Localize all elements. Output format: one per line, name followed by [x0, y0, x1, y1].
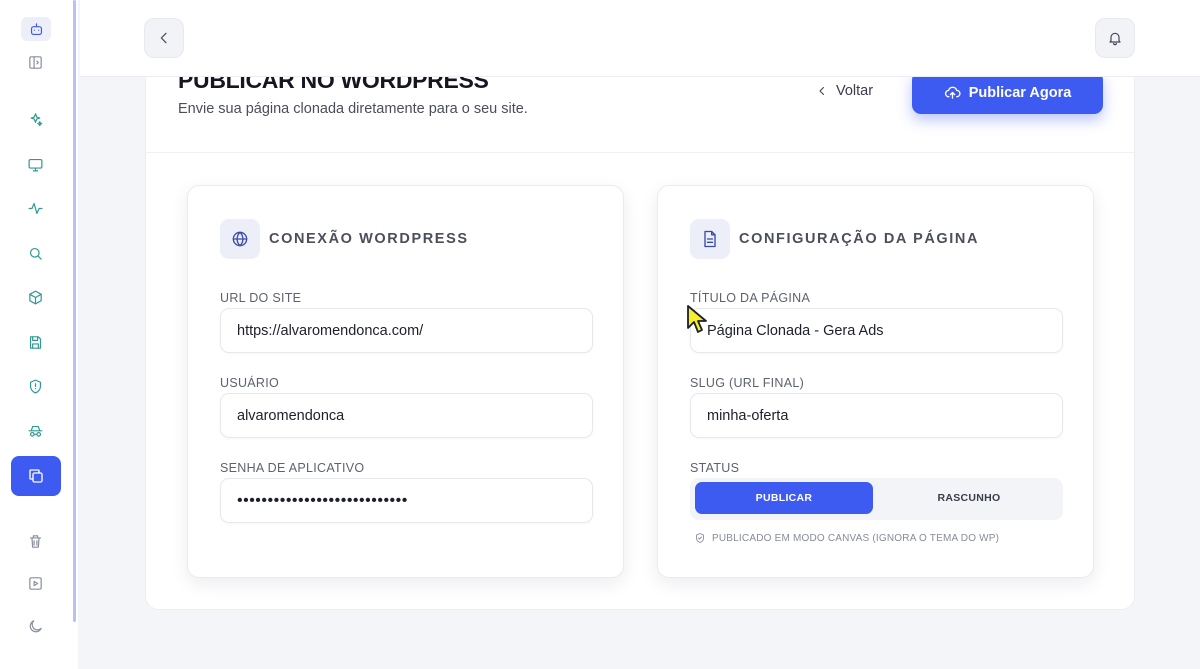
voltar-link[interactable]: Voltar [816, 83, 873, 99]
globe-icon [220, 219, 260, 259]
page-subtitle: Envie sua página clonada diretamente par… [178, 101, 528, 117]
voltar-label: Voltar [836, 83, 874, 99]
status-publish-option[interactable]: PUBLICAR [695, 482, 873, 514]
page-title-input[interactable]: Página Clonada - Gera Ads [690, 308, 1063, 353]
trash-icon[interactable] [22, 528, 48, 554]
connection-title: CONEXÃO WORDPRESS [269, 231, 469, 247]
slug-label: SLUG (URL FINAL) [690, 376, 805, 390]
password-input[interactable]: •••••••••••••••••••••••••••• [220, 478, 593, 523]
status-draft-option[interactable]: RASCUNHO [880, 482, 1058, 514]
main-card: PUBLICAR NO WORDPRESS Envie sua página c… [145, 40, 1136, 610]
page-config-header: CONFIGURAÇÃO DA PÁGINA [690, 219, 979, 259]
bell-icon [1109, 32, 1121, 46]
page-config-panel: CONFIGURAÇÃO DA PÁGINA TÍTULO DA PÁGINA … [657, 185, 1094, 578]
monitor-icon[interactable] [22, 151, 48, 177]
connection-panel: CONEXÃO WORDPRESS URL DO SITE https://al… [187, 185, 624, 578]
canvas-note-text: PUBLICADO EM MODO CANVAS (IGNORA O TEMA … [712, 532, 1000, 544]
status-label: STATUS [690, 461, 740, 475]
status-toggle: PUBLICAR RASCUNHO [690, 478, 1063, 520]
box-icon[interactable] [22, 284, 48, 310]
sidebar [0, 0, 78, 669]
document-icon [690, 219, 730, 259]
page-config-title: CONFIGURAÇÃO DA PÁGINA [739, 231, 980, 247]
mouse-cursor-icon [687, 305, 707, 333]
sparkles-icon[interactable] [22, 106, 48, 132]
chevron-left-icon [160, 32, 167, 44]
slug-input[interactable]: minha-oferta [690, 393, 1063, 438]
video-icon[interactable] [22, 570, 48, 596]
canvas-note: PUBLICADO EM MODO CANVAS (IGNORA O TEMA … [694, 532, 999, 544]
search-icon[interactable] [22, 240, 48, 266]
url-label: URL DO SITE [220, 291, 302, 305]
user-label: USUÁRIO [220, 376, 280, 390]
sidebar-scrollbar[interactable] [73, 0, 76, 622]
bot-icon[interactable] [21, 17, 51, 41]
activity-icon[interactable] [22, 195, 48, 221]
copy-icon[interactable] [11, 456, 61, 496]
connection-header: CONEXÃO WORDPRESS [220, 219, 469, 259]
back-button[interactable] [144, 18, 184, 58]
publish-now-button[interactable]: Publicar Agora [912, 71, 1103, 114]
cloud-upload-icon [944, 86, 961, 99]
publish-now-label: Publicar Agora [968, 84, 1072, 101]
shield-icon[interactable] [22, 373, 48, 399]
user-input[interactable]: alvaromendonca [220, 393, 593, 438]
top-bar [80, 0, 1200, 77]
notifications-button[interactable] [1095, 18, 1135, 58]
spy-icon[interactable] [22, 418, 48, 444]
page-title-label: TÍTULO DA PÁGINA [690, 291, 811, 305]
moon-icon[interactable] [22, 613, 48, 639]
url-input[interactable]: https://alvaromendonca.com/ [220, 308, 593, 353]
save-icon[interactable] [22, 329, 48, 355]
shield-check-icon [696, 533, 704, 543]
chevron-left-icon [819, 87, 824, 95]
panel-toggle-icon[interactable] [22, 49, 48, 75]
password-label: SENHA DE APLICATIVO [220, 461, 365, 475]
